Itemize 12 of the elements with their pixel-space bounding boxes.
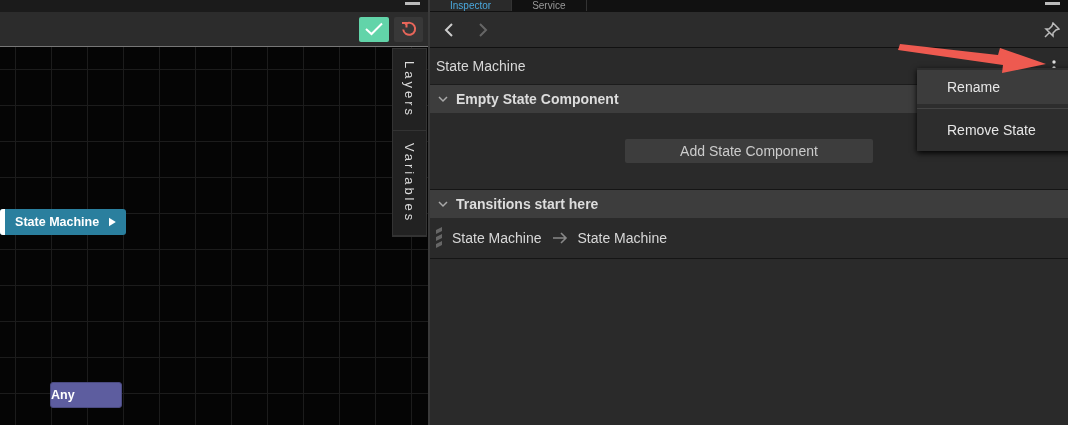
transition-source: State Machine	[452, 230, 542, 246]
add-component-button[interactable]: Add State Component	[625, 139, 873, 163]
transition-target: State Machine	[577, 230, 667, 246]
panel-tab[interactable]: Inspector	[430, 0, 513, 11]
menu-item[interactable]: Remove State	[917, 113, 1068, 147]
section-header[interactable]: Transitions start here	[430, 190, 1068, 218]
state-title: State Machine	[436, 58, 526, 74]
side-tab[interactable]: Layers	[393, 49, 426, 132]
state-node[interactable]: State Machine	[0, 209, 126, 235]
menu-item[interactable]: Rename	[917, 70, 1068, 104]
side-tab[interactable]: Variables	[393, 131, 426, 237]
state-node[interactable]: Any	[50, 382, 122, 408]
